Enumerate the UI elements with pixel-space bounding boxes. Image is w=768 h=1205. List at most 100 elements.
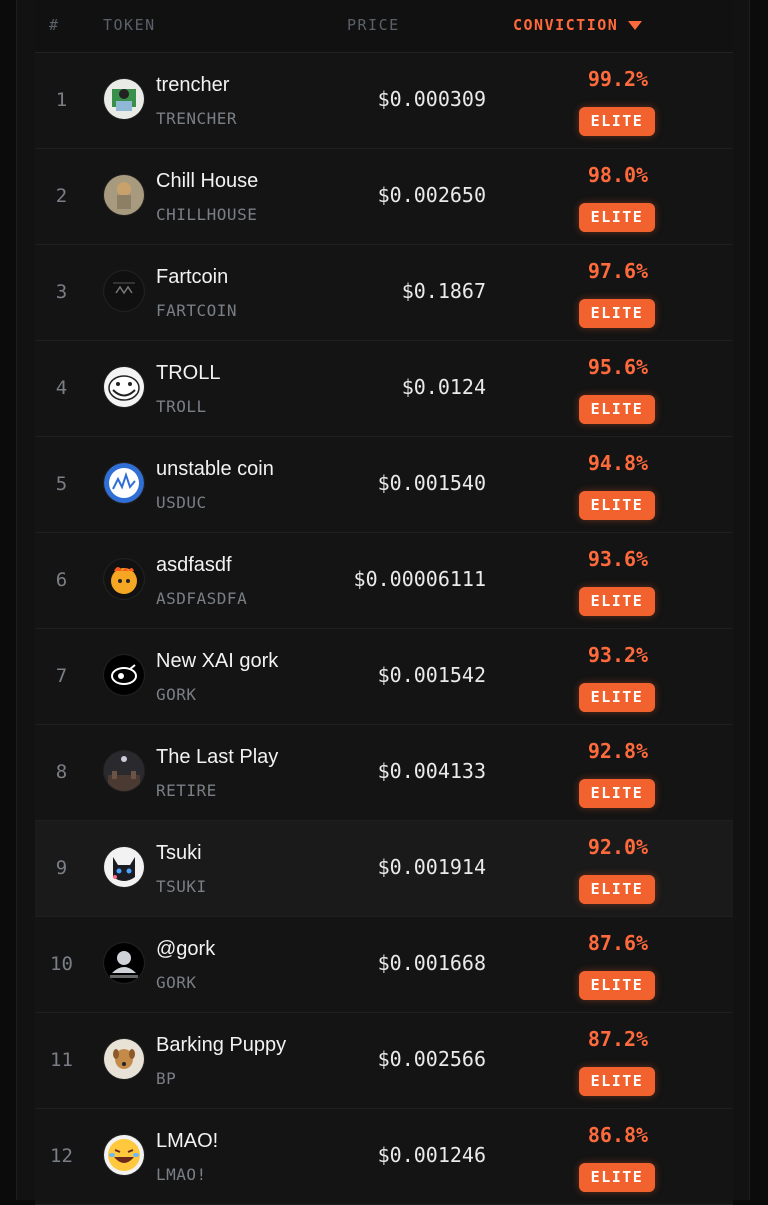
table-row[interactable]: 1 trencher TRENCHER $0.000309 99.2% ELIT… <box>35 53 733 149</box>
conviction-score: 99.2% <box>587 67 649 91</box>
tier-badge: ELITE <box>579 1067 655 1096</box>
token-table: # TOKEN PRICE CONVICTION 1 trencher TREN… <box>35 0 733 1205</box>
leaderboard-panel: # TOKEN PRICE CONVICTION 1 trencher TREN… <box>16 0 750 1205</box>
token-price: $0.1867 <box>401 279 486 303</box>
table-row[interactable]: 10 @gork GORK $0.001668 87.6% ELITE <box>35 917 733 1013</box>
token-price: $0.00006111 <box>353 567 486 591</box>
token-avatar-barking-puppy <box>104 1039 144 1079</box>
table-row[interactable]: 2 Chill House CHILLHOUSE $0.002650 98.0%… <box>35 149 733 245</box>
token-name: asdfasdf <box>156 554 232 576</box>
token-price: $0.000309 <box>377 87 486 111</box>
conviction-score: 95.6% <box>587 355 649 379</box>
token-name: New XAI gork <box>156 650 279 672</box>
token-symbol: USDUC <box>156 493 207 512</box>
token-price: $0.001914 <box>377 855 486 879</box>
conviction-score: 87.6% <box>587 931 649 955</box>
token-name: Tsuki <box>156 842 202 864</box>
token-price: $0.002566 <box>377 1047 486 1071</box>
table-row[interactable]: 7 New XAI gork GORK $0.001542 93.2% ELIT… <box>35 629 733 725</box>
token-symbol: GORK <box>156 685 197 704</box>
token-symbol: RETIRE <box>156 781 217 800</box>
tier-badge: ELITE <box>579 683 655 712</box>
token-symbol: LMAO! <box>156 1165 207 1184</box>
token-price: $0.001246 <box>377 1143 486 1167</box>
table-row[interactable]: 8 The Last Play RETIRE $0.004133 92.8% E… <box>35 725 733 821</box>
row-rank: 10 <box>50 953 73 975</box>
token-name: Chill House <box>156 170 259 192</box>
conviction-score: 87.2% <box>587 1027 649 1051</box>
table-row[interactable]: 9 Tsuki TSUKI $0.001914 92.0% ELITE <box>35 821 733 917</box>
token-name: @gork <box>156 938 216 960</box>
token-name: The Last Play <box>156 746 279 768</box>
header-price[interactable]: PRICE <box>347 16 400 34</box>
row-rank: 8 <box>55 761 68 783</box>
token-avatar-asdfasdf <box>104 559 144 599</box>
tier-badge: ELITE <box>579 395 655 424</box>
tier-badge: ELITE <box>579 107 655 136</box>
token-avatar-chill-house <box>104 175 144 215</box>
token-avatar-trencher <box>104 79 144 119</box>
tier-badge: ELITE <box>579 587 655 616</box>
row-rank: 1 <box>55 89 68 111</box>
token-name: trencher <box>156 74 230 96</box>
header-conviction-label: CONVICTION <box>513 16 619 34</box>
token-price: $0.001540 <box>377 471 486 495</box>
tier-badge: ELITE <box>579 491 655 520</box>
token-symbol: BP <box>156 1069 177 1088</box>
token-price: $0.002650 <box>377 183 486 207</box>
tier-badge: ELITE <box>579 875 655 904</box>
row-rank: 11 <box>50 1049 73 1071</box>
conviction-score: 94.8% <box>587 451 649 475</box>
table-row[interactable]: 6 asdfasdf ASDFASDFA $0.00006111 93.6% E… <box>35 533 733 629</box>
header-conviction-sort[interactable]: CONVICTION <box>513 16 643 34</box>
conviction-score: 92.0% <box>587 835 649 859</box>
token-name: unstable coin <box>156 458 274 480</box>
triangle-down-icon <box>628 21 643 30</box>
row-rank: 5 <box>55 473 68 495</box>
token-symbol: TROLL <box>156 397 207 416</box>
row-rank: 7 <box>55 665 68 687</box>
row-rank: 4 <box>55 377 68 399</box>
tier-badge: ELITE <box>579 779 655 808</box>
tier-badge: ELITE <box>579 299 655 328</box>
token-name: Barking Puppy <box>156 1034 287 1056</box>
token-avatar-lmao <box>104 1135 144 1175</box>
row-rank: 9 <box>55 857 68 879</box>
token-avatar-fartcoin <box>104 271 144 311</box>
row-rank: 2 <box>55 185 68 207</box>
table-row[interactable]: 12 LMAO! LMAO! $0.001246 86.8% ELITE <box>35 1109 733 1205</box>
table-row[interactable]: 3 Fartcoin FARTCOIN $0.1867 97.6% ELITE <box>35 245 733 341</box>
header-rank: # <box>49 16 60 34</box>
token-avatar-the-last-play <box>104 751 144 791</box>
row-rank: 12 <box>50 1145 73 1167</box>
conviction-score: 86.8% <box>587 1123 649 1147</box>
table-row[interactable]: 11 Barking Puppy BP $0.002566 87.2% ELIT… <box>35 1013 733 1109</box>
token-price: $0.0124 <box>401 375 486 399</box>
token-avatar-unstable-coin <box>104 463 144 503</box>
token-name: TROLL <box>156 362 221 384</box>
table-row[interactable]: 4 TROLL TROLL $0.0124 95.6% ELITE <box>35 341 733 437</box>
token-price: $0.001542 <box>377 663 486 687</box>
conviction-score: 93.2% <box>587 643 649 667</box>
tier-badge: ELITE <box>579 971 655 1000</box>
token-symbol: TRENCHER <box>156 109 238 128</box>
table-row[interactable]: 5 unstable coin USDUC $0.001540 94.8% EL… <box>35 437 733 533</box>
header-token[interactable]: TOKEN <box>103 16 156 34</box>
tier-badge: ELITE <box>579 1163 655 1192</box>
tier-badge: ELITE <box>579 203 655 232</box>
row-rank: 3 <box>55 281 68 303</box>
conviction-score: 97.6% <box>587 259 649 283</box>
table-header: # TOKEN PRICE CONVICTION <box>35 0 733 53</box>
token-symbol: FARTCOIN <box>156 301 238 320</box>
token-price: $0.001668 <box>377 951 486 975</box>
token-symbol: TSUKI <box>156 877 207 896</box>
conviction-score: 98.0% <box>587 163 649 187</box>
token-name: Fartcoin <box>156 266 229 288</box>
token-avatar-troll <box>104 367 144 407</box>
token-avatar-tsuki <box>104 847 144 887</box>
conviction-score: 92.8% <box>587 739 649 763</box>
token-price: $0.004133 <box>377 759 486 783</box>
token-symbol: GORK <box>156 973 197 992</box>
token-avatar-new-xai-gork <box>104 655 144 695</box>
conviction-score: 93.6% <box>587 547 649 571</box>
